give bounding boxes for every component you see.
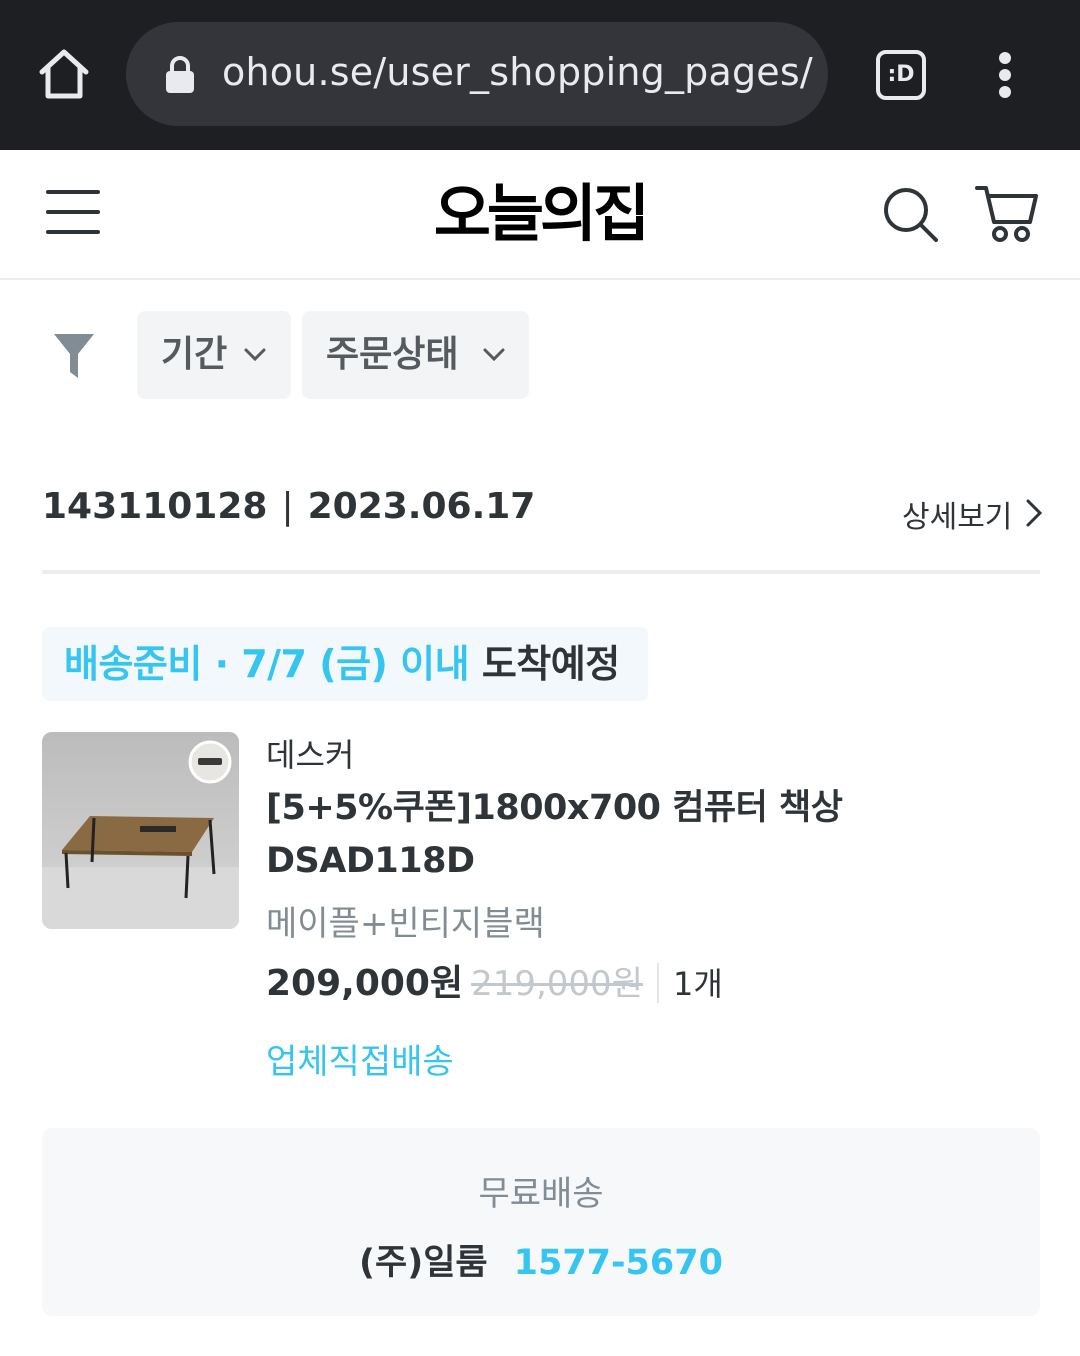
- shipping-info-box: 무료배송 (주)일룸 1577-5670: [42, 1128, 1040, 1316]
- chevron-down-icon: [483, 348, 505, 362]
- seller-name: (주)일룸: [359, 1243, 488, 1283]
- home-icon[interactable]: [38, 46, 90, 102]
- divider: [42, 570, 1040, 574]
- original-price: 219,000원: [471, 964, 643, 1004]
- order-date: 2023.06.17: [307, 486, 536, 527]
- shipping-type: 업체직접배송: [266, 1042, 454, 1082]
- product-name[interactable]: [5+5%쿠폰]1800x700 컴퓨터 책상 DSAD118D: [266, 782, 1026, 888]
- seller-phone-link[interactable]: 1577-5670: [514, 1243, 723, 1283]
- site-logo[interactable]: 오늘의집: [380, 174, 700, 254]
- order-header: 143110128 | 2023.06.17: [42, 486, 535, 527]
- address-bar[interactable]: ohou.se/user_shopping_pages/: [126, 22, 828, 126]
- lock-icon: [164, 54, 196, 94]
- divider: [656, 963, 659, 1003]
- extension-button[interactable]: :D: [876, 50, 926, 100]
- order-separator: |: [281, 486, 294, 527]
- hamburger-menu-icon[interactable]: [46, 190, 102, 240]
- search-icon[interactable]: [882, 186, 940, 244]
- shipping-fee: 무료배송: [478, 1174, 604, 1214]
- product-option: 메이플+빈티지블랙: [266, 904, 545, 944]
- product-quantity: 1개: [672, 965, 723, 1003]
- url-text: ohou.se/user_shopping_pages/: [222, 50, 813, 94]
- order-status-filter-dropdown[interactable]: 주문상태: [302, 311, 529, 399]
- order-status-filter-label: 주문상태: [326, 334, 459, 375]
- chevron-down-icon: [244, 348, 266, 362]
- chevron-right-icon[interactable]: [1024, 498, 1044, 528]
- order-detail-link[interactable]: 상세보기: [902, 492, 1012, 536]
- period-filter-label: 기간: [161, 334, 228, 375]
- more-menu-icon[interactable]: [990, 52, 1020, 102]
- delivery-status-text: 배송준비 · 7/7 (금) 이내: [64, 642, 470, 686]
- delivery-status-banner: 배송준비 · 7/7 (금) 이내 도착예정: [42, 627, 648, 701]
- browser-toolbar: ohou.se/user_shopping_pages/ :D: [0, 0, 1080, 150]
- product-price: 209,000원: [266, 963, 464, 1004]
- product-brand[interactable]: 데스커: [266, 730, 354, 776]
- app-header: 오늘의집: [0, 150, 1080, 280]
- cart-icon[interactable]: [974, 182, 1040, 246]
- product-thumbnail[interactable]: [42, 732, 239, 929]
- order-number: 143110128: [42, 486, 268, 527]
- filter-icon[interactable]: [54, 332, 94, 380]
- price-row: 209,000원 219,000원 1개: [266, 954, 723, 1004]
- period-filter-dropdown[interactable]: 기간: [137, 311, 291, 399]
- seller-contact: (주)일룸 1577-5670: [42, 1234, 1040, 1285]
- delivery-arrival-label: 도착예정: [481, 642, 620, 686]
